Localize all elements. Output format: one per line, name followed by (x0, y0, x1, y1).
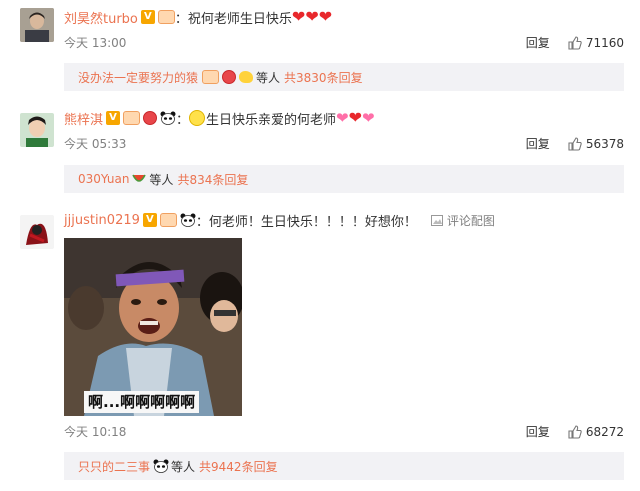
heart-icon: ❤ (348, 108, 363, 127)
comment-header: 熊梓淇 V ： 生日快乐亲爱的何老师 ❤ ❤ ❤ (64, 108, 375, 128)
like-count: 68272 (585, 424, 624, 439)
heart-icon: ❤ (362, 109, 375, 127)
member-icon (157, 10, 175, 24)
comment-time: 今天 05:33 (64, 137, 127, 151)
member-icon (123, 111, 141, 125)
reply-summary[interactable]: 没办法一定要努力的猿 等人 共3830条回复 (64, 63, 624, 91)
thumbs-up-icon (568, 424, 582, 439)
like-count: 56378 (585, 136, 624, 151)
like-button[interactable]: 68272 (568, 425, 624, 439)
comment-actions: 回复 56378 (526, 135, 624, 152)
reply-summary[interactable]: 只只的二三事 等人 共9442条回复 (64, 452, 624, 480)
comment-picture-link[interactable]: 评论配图 (430, 212, 495, 229)
comment-text: 祝何老师生日快乐 (187, 11, 292, 27)
verified-icon: V (142, 213, 157, 227)
smile-icon (189, 110, 206, 126)
comment-time: 今天 13:00 (64, 36, 127, 50)
comment-actions: 回复 71160 (526, 34, 624, 51)
comment-image[interactable]: 啊...啊啊啊啊啊 (64, 238, 242, 416)
avatar[interactable] (20, 8, 54, 42)
member-icon (159, 213, 177, 227)
medal-icon (222, 70, 237, 84)
verified-icon: V (106, 111, 121, 125)
username[interactable]: 熊梓淇 (64, 109, 103, 128)
member-icon (202, 70, 220, 84)
duck-icon (239, 71, 254, 83)
comment-header: jjjustin0219 V ： 何老师！生日快乐！！！！好想你！ 评论配图 (64, 210, 495, 230)
comment-text: 何老师！生日快乐！！！！好想你！ (208, 214, 417, 230)
image-icon (430, 214, 443, 226)
reply-count-link[interactable]: 共9442条回复 (199, 458, 278, 475)
reply-count-link[interactable]: 共3830条回复 (284, 69, 363, 86)
avatar[interactable] (20, 113, 54, 147)
colon: ： (195, 214, 209, 230)
panda-icon (153, 459, 169, 473)
heart-icon: ❤ (336, 109, 349, 127)
comment-picture-label: 评论配图 (446, 213, 495, 228)
reply-user[interactable]: 没办法一定要努力的猿 (78, 69, 198, 86)
reply-button[interactable]: 回复 (526, 423, 550, 440)
image-caption: 啊...啊啊啊啊啊 (84, 391, 200, 413)
thumbs-up-icon (568, 136, 582, 151)
thumbs-up-icon (568, 35, 582, 50)
verified-icon: V (140, 10, 155, 24)
colon: ： (176, 112, 190, 128)
reply-summary[interactable]: 030Yuan 等人 共834条回复 (64, 165, 624, 193)
like-button[interactable]: 56378 (568, 137, 624, 151)
medal-icon (143, 111, 158, 125)
reply-suffix: 等人 (149, 172, 174, 187)
like-count: 71160 (585, 35, 624, 50)
reply-button[interactable]: 回复 (526, 34, 550, 51)
avatar[interactable] (20, 215, 54, 249)
panda-icon (180, 213, 196, 227)
comment-time: 今天 10:18 (64, 425, 127, 439)
heart-icon: ❤ (291, 7, 306, 26)
reply-user[interactable]: 030Yuan (78, 172, 129, 186)
comment-header: 刘昊然turbo V ： 祝何老师生日快乐 ❤ ❤ ❤ (64, 7, 332, 27)
comment-text: 生日快乐亲爱的何老师 (206, 112, 337, 128)
heart-icon: ❤ (318, 7, 333, 26)
reply-count-link[interactable]: 共834条回复 (177, 171, 248, 188)
reply-user[interactable]: 只只的二三事 (78, 458, 150, 475)
watermelon-icon (132, 173, 147, 185)
colon: ： (174, 11, 188, 27)
reply-suffix: 等人 (171, 459, 196, 474)
username[interactable]: jjjustin0219 (64, 213, 140, 228)
heart-icon: ❤ (305, 7, 319, 26)
reply-suffix: 等人 (256, 70, 281, 85)
username[interactable]: 刘昊然turbo (64, 8, 138, 27)
panda-icon (160, 111, 176, 125)
like-button[interactable]: 71160 (568, 36, 624, 50)
reply-button[interactable]: 回复 (526, 135, 550, 152)
comment-actions: 回复 68272 (526, 423, 624, 440)
